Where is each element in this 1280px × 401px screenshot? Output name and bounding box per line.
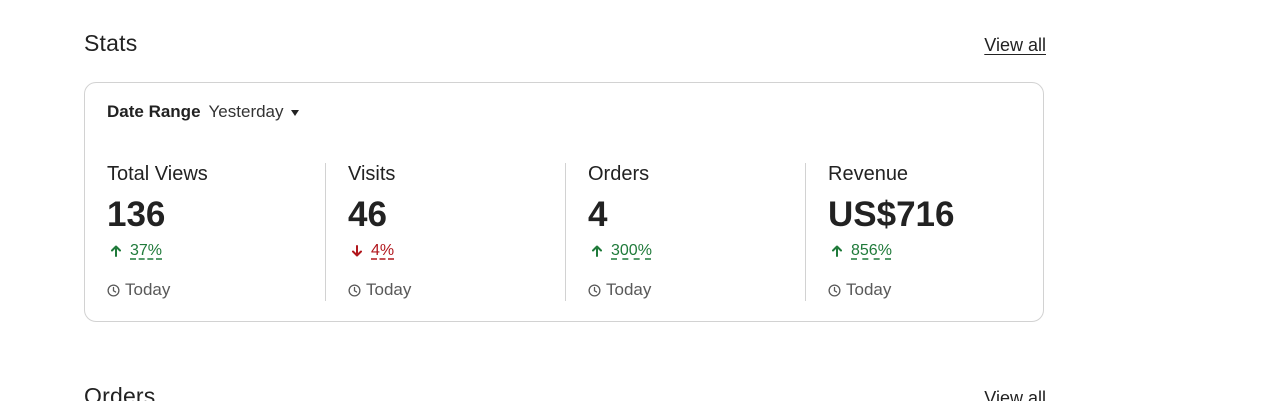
metric-period-text: Today — [366, 280, 412, 299]
metric-label: Revenue — [828, 163, 909, 185]
arrow-up-icon — [832, 245, 842, 257]
stats-header: Stats View all — [84, 30, 1046, 57]
metric-value: 136 — [107, 195, 166, 234]
metric-orders: Orders 4 300% Today — [565, 163, 805, 301]
dashboard-page: Stats View all Date Range Yesterday Tota… — [0, 0, 1280, 401]
metric-change: 856% — [830, 242, 892, 260]
stats-card: Date Range Yesterday Total Views 136 37% — [84, 82, 1044, 322]
metric-change: 37% — [109, 242, 162, 260]
arrow-up-icon — [111, 245, 121, 257]
metric-change: 300% — [590, 242, 652, 260]
clock-icon — [588, 283, 601, 297]
caret-down-icon — [290, 110, 299, 116]
date-range-dropdown[interactable]: Yesterday — [209, 102, 299, 122]
metric-label: Total Views — [107, 163, 208, 185]
arrow-up-icon — [592, 245, 602, 257]
metric-period-text: Today — [846, 280, 892, 299]
stats-view-all-link[interactable]: View all — [984, 35, 1046, 56]
metric-value: 4 — [588, 195, 608, 234]
arrow-down-icon — [352, 245, 362, 257]
metric-period: Today — [107, 280, 170, 300]
metric-visits: Visits 46 4% Today — [325, 163, 565, 301]
metric-period-text: Today — [125, 280, 171, 299]
metric-value: US$716 — [828, 195, 955, 234]
orders-view-all-link[interactable]: View all — [984, 388, 1046, 401]
clock-icon — [828, 283, 841, 297]
date-range-label: Date Range — [107, 102, 201, 121]
metrics-row: Total Views 136 37% Today Visits 46 4% T… — [85, 163, 1045, 301]
metric-total-views: Total Views 136 37% Today — [85, 163, 325, 301]
metric-period: Today — [588, 280, 651, 300]
metric-value: 46 — [348, 195, 387, 234]
metric-label: Visits — [348, 163, 396, 185]
orders-title: Orders — [84, 383, 156, 401]
date-range: Date Range Yesterday — [107, 102, 299, 122]
metric-period: Today — [348, 280, 411, 300]
metric-change-value[interactable]: 856% — [851, 242, 892, 260]
clock-icon — [107, 283, 120, 297]
metric-change-value[interactable]: 300% — [611, 242, 652, 260]
metric-change: 4% — [350, 242, 394, 260]
metric-period-text: Today — [606, 280, 652, 299]
metric-label: Orders — [588, 163, 650, 185]
metric-change-value[interactable]: 37% — [130, 242, 162, 260]
date-range-selected-value: Yesterday — [208, 102, 284, 121]
clock-icon — [348, 283, 361, 297]
metric-change-value[interactable]: 4% — [371, 242, 394, 260]
orders-header: Orders View all — [84, 383, 1046, 401]
metric-revenue: Revenue US$716 856% Today — [805, 163, 1045, 301]
stats-title: Stats — [84, 30, 138, 56]
metric-period: Today — [828, 280, 891, 300]
